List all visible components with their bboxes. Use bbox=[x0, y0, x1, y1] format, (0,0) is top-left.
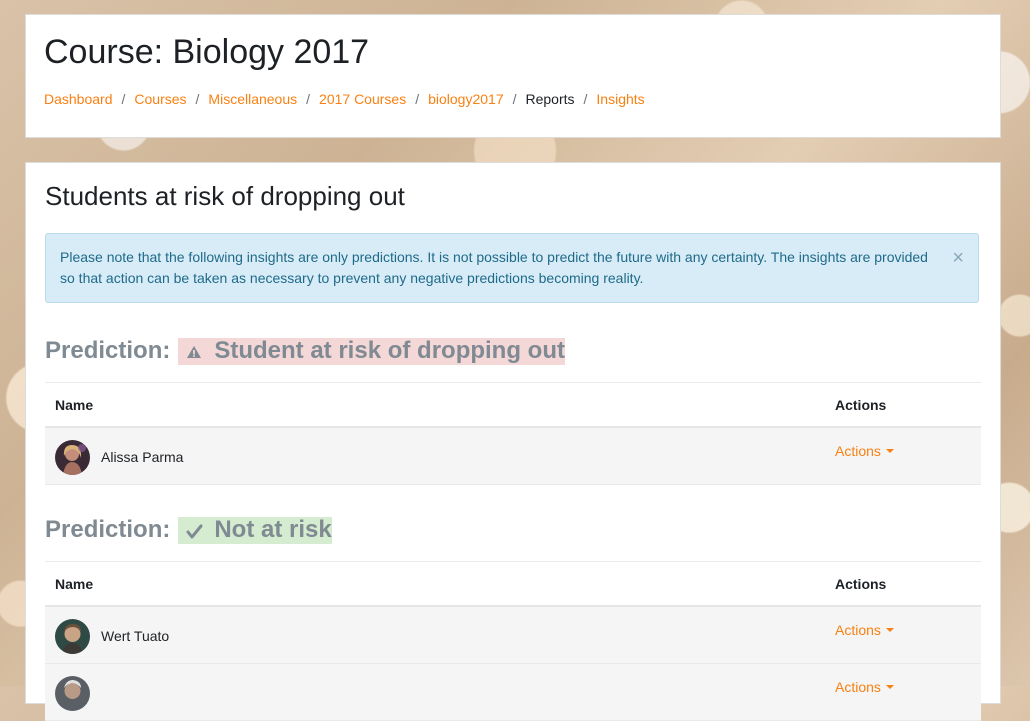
table-header: Name Actions bbox=[45, 561, 981, 607]
close-icon[interactable]: × bbox=[952, 248, 964, 268]
avatar[interactable] bbox=[55, 676, 90, 711]
page-title: Course: Biology 2017 bbox=[44, 33, 370, 71]
actions-label: Actions bbox=[835, 443, 881, 459]
breadcrumb-insights[interactable]: Insights bbox=[596, 91, 644, 107]
prediction-prefix: Prediction: bbox=[45, 516, 171, 543]
avatar[interactable] bbox=[55, 619, 90, 654]
prediction-prefix: Prediction: bbox=[45, 337, 171, 364]
breadcrumb-separator: / bbox=[195, 91, 200, 107]
prediction-label: Student at risk of dropping out bbox=[214, 337, 565, 364]
actions-label: Actions bbox=[835, 622, 881, 638]
table-row: Alissa Parma Actions bbox=[45, 428, 981, 485]
column-header-actions: Actions bbox=[835, 576, 887, 592]
table-row: Actions bbox=[45, 664, 981, 721]
breadcrumb-separator: / bbox=[415, 91, 420, 107]
actions-dropdown[interactable]: Actions bbox=[835, 679, 894, 695]
table-header: Name Actions bbox=[45, 382, 981, 428]
prediction-heading-not-at-risk: Prediction: Not at risk bbox=[45, 516, 332, 544]
student-name[interactable]: Alissa Parma bbox=[101, 449, 183, 465]
avatar[interactable] bbox=[55, 440, 90, 475]
breadcrumb-2017-courses[interactable]: 2017 Courses bbox=[319, 91, 406, 107]
prediction-badge: Student at risk of dropping out bbox=[178, 337, 565, 365]
breadcrumb-biology2017[interactable]: biology2017 bbox=[428, 91, 504, 107]
breadcrumb-separator: / bbox=[583, 91, 588, 107]
prediction-badge: Not at risk bbox=[178, 516, 332, 544]
breadcrumb-dashboard[interactable]: Dashboard bbox=[44, 91, 113, 107]
breadcrumb-separator: / bbox=[512, 91, 517, 107]
check-icon bbox=[184, 520, 204, 540]
actions-dropdown[interactable]: Actions bbox=[835, 622, 894, 638]
section-title: Students at risk of dropping out bbox=[45, 181, 405, 211]
caret-down-icon bbox=[885, 628, 894, 632]
table-row: Wert Tuato Actions bbox=[45, 607, 981, 664]
prediction-heading-at-risk: Prediction: Student at risk of dropping … bbox=[45, 337, 565, 365]
prediction-label: Not at risk bbox=[214, 516, 332, 543]
breadcrumb-courses[interactable]: Courses bbox=[134, 91, 186, 107]
student-name[interactable]: Wert Tuato bbox=[101, 628, 169, 644]
info-alert: Please note that the following insights … bbox=[45, 233, 979, 303]
breadcrumb: Dashboard / Courses / Miscellaneous / 20… bbox=[44, 91, 645, 107]
column-header-name[interactable]: Name bbox=[55, 397, 93, 413]
breadcrumb-separator: / bbox=[121, 91, 126, 107]
page-header: Course: Biology 2017 Dashboard / Courses… bbox=[25, 14, 1001, 138]
actions-dropdown[interactable]: Actions bbox=[835, 443, 894, 459]
alert-text: Please note that the following insights … bbox=[60, 249, 928, 286]
breadcrumb-separator: / bbox=[306, 91, 311, 107]
warning-icon bbox=[184, 341, 204, 361]
prediction-table-at-risk: Name Actions Alissa Parma Actions bbox=[45, 382, 981, 485]
breadcrumb-reports: Reports bbox=[525, 91, 575, 107]
actions-label: Actions bbox=[835, 679, 881, 695]
column-header-actions: Actions bbox=[835, 397, 887, 413]
insights-panel: Students at risk of dropping out Please … bbox=[25, 162, 1001, 721]
breadcrumb-miscellaneous[interactable]: Miscellaneous bbox=[208, 91, 297, 107]
caret-down-icon bbox=[885, 449, 894, 453]
column-header-name[interactable]: Name bbox=[55, 576, 93, 592]
prediction-table-not-at-risk: Name Actions Wert Tuato Actions Actions bbox=[45, 561, 981, 721]
